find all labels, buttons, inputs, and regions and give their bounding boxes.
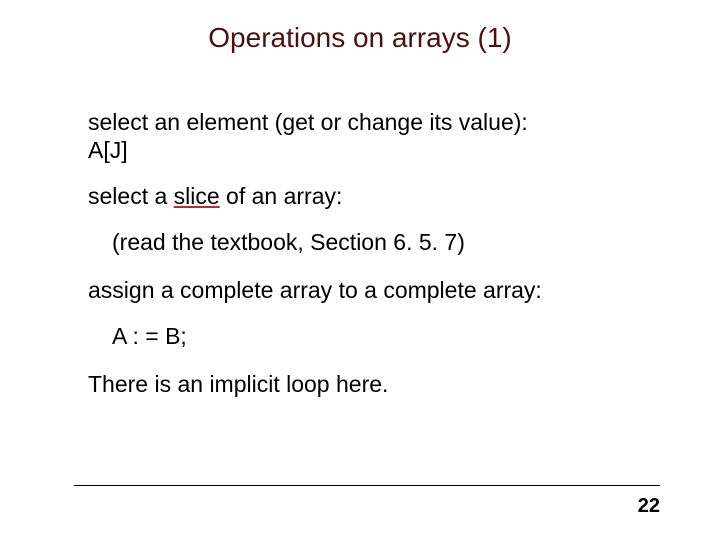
page-number: 22 <box>638 495 660 518</box>
text-select-element-code: A[J] <box>88 137 128 163</box>
para-select-slice: select a slice of an array: <box>88 182 660 210</box>
para-assign-code: A : = B; <box>112 322 660 350</box>
text-select-slice-word: slice <box>174 183 220 209</box>
text-assign-array: assign a complete array to a complete ar… <box>88 277 542 303</box>
slide-title: Operations on arrays (1) <box>0 22 720 54</box>
slide: Operations on arrays (1) select an eleme… <box>0 0 720 540</box>
para-assign-array: assign a complete array to a complete ar… <box>88 276 660 304</box>
divider <box>74 485 660 486</box>
para-select-element: select an element (get or change its val… <box>88 108 660 164</box>
text-read-textbook: (read the textbook, Section 6. 5. 7) <box>112 229 465 255</box>
text-select-element: select an element (get or change its val… <box>88 109 528 135</box>
text-select-slice-pre: select a <box>88 183 174 209</box>
text-implicit-loop: There is an implicit loop here. <box>88 371 388 397</box>
para-implicit-loop: There is an implicit loop here. <box>88 370 660 398</box>
para-read-textbook: (read the textbook, Section 6. 5. 7) <box>112 228 660 256</box>
slide-body: select an element (get or change its val… <box>88 108 660 416</box>
text-select-slice-post: of an array: <box>220 183 343 209</box>
text-assign-code: A : = B; <box>112 323 187 349</box>
